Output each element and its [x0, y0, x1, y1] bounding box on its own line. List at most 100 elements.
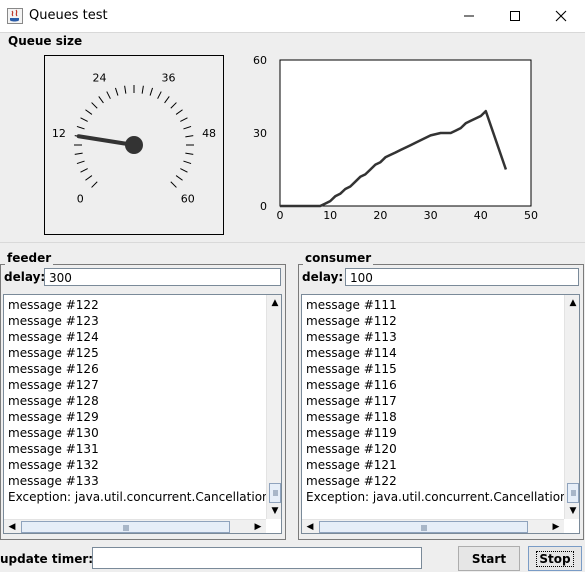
consumer-hscroll-thumb[interactable] — [319, 521, 528, 533]
list-item: message #112 — [306, 314, 397, 328]
feeder-title: feeder — [5, 251, 54, 265]
scroll-right-icon[interactable]: ▶ — [251, 520, 265, 533]
minimize-button[interactable] — [446, 0, 492, 32]
java-app-icon — [7, 8, 23, 24]
list-item: message #127 — [8, 378, 99, 392]
gauge-tick — [106, 91, 111, 99]
close-button[interactable] — [538, 0, 584, 32]
queue-size-chart: 0 10 20 30 40 50 0 30 60 — [245, 52, 545, 232]
update-timer-input[interactable] — [92, 547, 422, 569]
start-button[interactable]: Start — [458, 546, 520, 571]
gauge-tick — [114, 87, 119, 96]
gauge-tick — [74, 152, 83, 155]
list-item: message #122 — [8, 298, 99, 312]
feeder-hscroll-thumb[interactable] — [21, 521, 230, 533]
gauge-tick — [157, 91, 162, 99]
gauge-tick — [170, 102, 177, 109]
scroll-down-icon[interactable]: ▼ — [566, 504, 579, 518]
list-item: message #121 — [306, 458, 397, 472]
feeder-delay-label: delay: — [4, 270, 46, 284]
scroll-up-icon[interactable]: ▲ — [268, 296, 281, 310]
grip-icon — [273, 490, 278, 496]
gauge-tick — [76, 125, 85, 130]
y-tick-label: 30 — [253, 127, 267, 140]
consumer-vscroll-thumb[interactable] — [567, 483, 579, 503]
gauge-tick-label: 0 — [77, 193, 84, 206]
list-item: message #129 — [8, 410, 99, 424]
x-tick-label: 10 — [323, 209, 337, 222]
feeder-vscroll-thumb[interactable] — [269, 483, 281, 503]
list-item: message #115 — [306, 362, 397, 376]
list-item: message #120 — [306, 442, 397, 456]
gauge-tick — [183, 160, 192, 165]
list-item: message #119 — [306, 426, 397, 440]
gauge-tick — [124, 85, 127, 94]
gauge-tick — [180, 117, 188, 122]
gauge-tick-label: 48 — [202, 127, 216, 140]
list-item: message #128 — [8, 394, 99, 408]
close-icon — [555, 10, 567, 22]
update-timer-label: update timer: — [0, 552, 94, 566]
window-title: Queues test — [29, 8, 108, 23]
section-divider — [0, 242, 585, 243]
grip-icon — [571, 490, 576, 496]
gauge-tick — [175, 175, 183, 181]
list-item: message #117 — [306, 394, 397, 408]
feeder-message-list[interactable]: message #122 message #123 message #124 mess… — [3, 294, 282, 534]
stop-button[interactable]: Stop — [528, 546, 582, 571]
consumer-lines: message #111 message #112 message #113 mess… — [302, 297, 580, 505]
grip-icon — [123, 525, 129, 531]
gauge-tick-label: 12 — [52, 127, 66, 140]
gauge-tick — [85, 109, 93, 115]
list-item: message #113 — [306, 330, 397, 344]
gauge-tick — [175, 109, 183, 115]
feeder-horizontal-scrollbar[interactable]: ◀ ▶ — [4, 519, 266, 533]
gauge-tick — [185, 135, 194, 138]
y-tick-label: 0 — [260, 200, 267, 213]
gauge-tick — [80, 168, 88, 173]
gauge-tick — [170, 181, 177, 188]
list-item: Exception: java.util.concurrent.Cancella… — [306, 490, 580, 504]
grip-icon — [421, 525, 427, 531]
x-tick-label: 30 — [424, 209, 438, 222]
consumer-title: consumer — [303, 251, 374, 265]
feeder-lines: message #122 message #123 message #124 mess… — [4, 297, 281, 505]
consumer-horizontal-scrollbar[interactable]: ◀ ▶ — [302, 519, 564, 533]
stop-button-label: Stop — [536, 550, 574, 567]
queue-size-label: Queue size — [8, 34, 83, 48]
scroll-right-icon[interactable]: ▶ — [549, 520, 563, 533]
gauge-tick — [91, 102, 98, 109]
title-bar: Queues test — [0, 0, 585, 32]
list-item: message #131 — [8, 442, 99, 456]
gauge-tick — [76, 160, 85, 165]
gauge-tick-label: 24 — [92, 71, 106, 84]
consumer-delay-input[interactable]: 100 — [345, 268, 579, 286]
x-tick-label: 40 — [474, 209, 488, 222]
gauge-tick — [80, 117, 88, 122]
list-item: message #133 — [8, 474, 99, 488]
gauge-hub — [125, 136, 143, 154]
scroll-left-icon[interactable]: ◀ — [303, 520, 317, 533]
gauge-tick — [98, 96, 104, 104]
consumer-vertical-scrollbar[interactable]: ▲ ▼ — [564, 295, 579, 519]
feeder-delay-input[interactable]: 300 — [44, 268, 281, 286]
feeder-vertical-scrollbar[interactable]: ▲ ▼ — [266, 295, 281, 519]
consumer-message-list[interactable]: message #111 message #112 message #113 mess… — [301, 294, 580, 534]
list-item: message #123 — [8, 314, 99, 328]
list-item: message #111 — [306, 298, 397, 312]
list-item: message #125 — [8, 346, 99, 360]
list-item: message #116 — [306, 378, 397, 392]
list-item: message #118 — [306, 410, 397, 424]
scroll-left-icon[interactable]: ◀ — [5, 520, 19, 533]
gauge-tick — [91, 181, 98, 188]
gauge-dial: 0 12 24 36 48 60 — [52, 71, 216, 206]
queue-size-line-chart: 0 10 20 30 40 50 0 30 60 — [253, 54, 538, 222]
gauge-tick-label: 60 — [181, 193, 195, 206]
scroll-up-icon[interactable]: ▲ — [566, 296, 579, 310]
gauge-tick-label: 36 — [162, 71, 176, 84]
gauge-tick — [141, 85, 144, 94]
y-tick-label: 60 — [253, 54, 267, 67]
gauge-tick — [149, 87, 154, 96]
maximize-button[interactable] — [492, 0, 538, 32]
scroll-down-icon[interactable]: ▼ — [268, 504, 281, 518]
